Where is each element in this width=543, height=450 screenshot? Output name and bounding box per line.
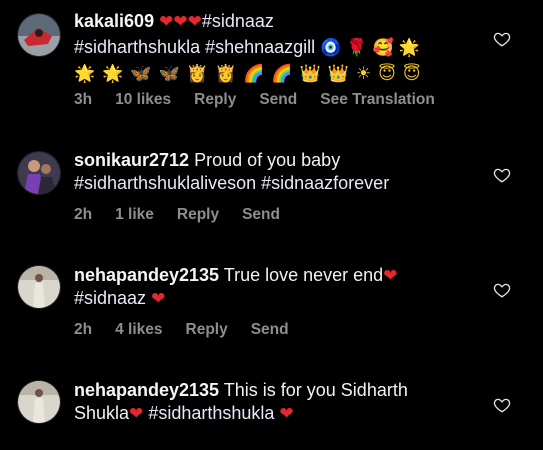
comment-message: This is for you Sidharth: [223, 380, 408, 400]
reply-button[interactable]: Reply: [177, 206, 219, 223]
crown-emoji: 👑: [327, 64, 350, 84]
see-translation-button[interactable]: See Translation: [320, 91, 435, 108]
reply-button[interactable]: Reply: [186, 321, 228, 338]
comment-meta: 3h 10 likes Reply Send See Translation: [74, 91, 458, 111]
heart-emoji: ❤: [151, 289, 166, 309]
avatar[interactable]: [18, 14, 60, 56]
hashtag-link[interactable]: #sidharthshukla: [148, 403, 274, 423]
princess-emoji: 👸: [214, 64, 238, 84]
glowing-star-emoji: 🌟: [398, 38, 420, 58]
hashtag-link[interactable]: #sidnaaz: [202, 11, 274, 31]
send-button[interactable]: Send: [251, 321, 289, 338]
avatar[interactable]: [18, 266, 60, 308]
send-button[interactable]: Send: [242, 206, 280, 223]
avatar[interactable]: [18, 381, 60, 423]
hashtag-link[interactable]: #sidnaaz: [74, 288, 146, 308]
glowing-star-emoji: 🌟: [102, 64, 125, 84]
sun-emoji: ☀: [355, 64, 373, 84]
comment-message: Proud of you baby: [194, 150, 341, 170]
rainbow-emoji: 🌈: [271, 64, 294, 84]
heart-emoji: ❤: [279, 404, 294, 424]
send-button[interactable]: Send: [259, 91, 297, 108]
heart-emoji: ❤: [129, 404, 144, 424]
crown-emoji: 👑: [299, 64, 322, 84]
heart-outline-icon[interactable]: [493, 166, 511, 184]
heart-emoji: ❤: [383, 266, 398, 286]
comment-username[interactable]: nehapandey2135: [74, 265, 219, 285]
comment-username[interactable]: nehapandey2135: [74, 380, 219, 400]
rose-emoji: 🌹: [346, 38, 368, 58]
halo-smile-emoji: 😇: [378, 64, 397, 84]
comment-time: 2h: [74, 206, 93, 223]
comment-meta: 2h 1 like Reply Send: [74, 206, 303, 226]
comment-username[interactable]: kakali609: [74, 11, 154, 31]
comment-time: 2h: [74, 321, 93, 338]
comment-message: True love never end: [223, 265, 384, 285]
halo-smile-emoji: 😇: [402, 64, 422, 84]
reply-button[interactable]: Reply: [194, 91, 236, 108]
butterfly-emoji: 🦋: [130, 64, 153, 84]
butterfly-emoji: 🦋: [158, 64, 181, 84]
smiling-hearts-emoji: 🥰: [372, 38, 394, 58]
comment-message-continued: Shukla: [74, 403, 130, 423]
glowing-star-emoji: 🌟: [74, 64, 97, 84]
heart-emoji: ❤: [159, 12, 174, 32]
comment-time: 3h: [74, 91, 93, 108]
heart-outline-icon[interactable]: [493, 281, 511, 299]
nazar-emoji: 🧿: [320, 38, 342, 58]
comment-text: sonikaur2712 Proud of you baby #sidharth…: [74, 149, 479, 194]
comment-meta: 2h 4 likes Reply Send: [74, 321, 312, 341]
comment-text: nehapandey2135 This is for you Sidharth …: [74, 379, 479, 424]
princess-emoji: 👸: [186, 64, 209, 84]
hashtag-line[interactable]: #sidharthshuklaliveson #sidnaazforever: [74, 173, 389, 193]
heart-emoji: ❤: [187, 12, 202, 32]
likes-count[interactable]: 4 likes: [115, 321, 162, 338]
heart-outline-icon[interactable]: [493, 396, 511, 414]
comment-text: kakali609 ❤❤❤#sidnaaz #sidharthshukla #s…: [74, 10, 479, 84]
rainbow-emoji: 🌈: [243, 64, 266, 84]
comment-text: nehapandey2135 True love never end❤ #sid…: [74, 264, 479, 309]
avatar[interactable]: [18, 152, 60, 194]
comment-username[interactable]: sonikaur2712: [74, 150, 189, 170]
likes-count[interactable]: 1 like: [115, 206, 154, 223]
likes-count[interactable]: 10 likes: [115, 91, 171, 108]
heart-emoji: ❤: [173, 12, 188, 32]
hashtag-line[interactable]: #sidharthshukla #shehnaazgill: [74, 37, 315, 57]
heart-outline-icon[interactable]: [493, 30, 511, 48]
